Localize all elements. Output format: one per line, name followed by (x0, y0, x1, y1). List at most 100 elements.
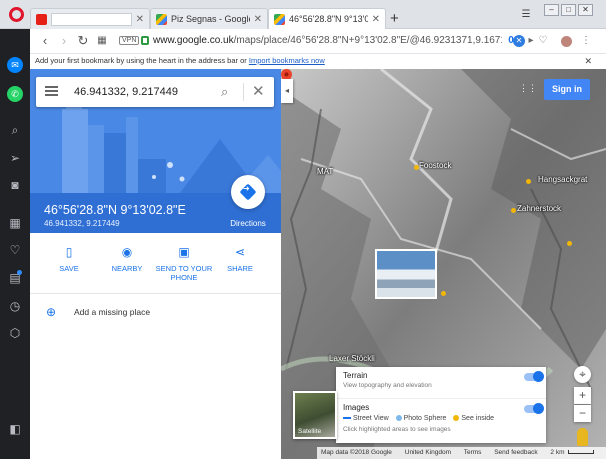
profile-avatar[interactable] (561, 36, 572, 47)
street-view-label: Street View (353, 415, 389, 422)
map-label-mat: MAT (317, 167, 334, 176)
nearby-button[interactable]: ◉ NEARBY (97, 239, 157, 273)
tab-close-icon[interactable]: ✕ (136, 14, 144, 25)
import-bookmarks-link[interactable]: Import bookmarks now (249, 56, 325, 65)
close-window-button[interactable]: ✕ (578, 4, 593, 16)
terrain-toggle[interactable] (524, 371, 544, 382)
tab-menu-icon[interactable]: ☰ (520, 9, 532, 20)
vpn-badge[interactable]: VPN (119, 36, 140, 45)
notification-dot (17, 270, 22, 275)
region-link[interactable]: United Kingdom (405, 449, 451, 456)
menu-icon[interactable]: ⋮ (580, 35, 592, 47)
zoom-out-button[interactable]: − (574, 405, 591, 422)
layers-panel: Terrain View topography and elevation Im… (336, 367, 546, 443)
terms-link[interactable]: Terms (464, 449, 482, 456)
speed-dial-icon[interactable]: ▦ (7, 215, 23, 231)
place-actions: ▯ SAVE ◉ NEARBY ▣ SEND TO YOUR PHONE ⋖ S… (30, 239, 281, 291)
add-place-pin-icon: ⊕ (46, 305, 57, 319)
nearby-label: NEARBY (111, 264, 143, 273)
share-button[interactable]: ⋖ SHARE (210, 239, 270, 273)
add-missing-place-link[interactable]: Add a missing place (74, 307, 150, 317)
images-toggle[interactable] (524, 403, 544, 414)
tab-coordinates[interactable]: 46°56'28.8"N 9°13'02.8"E - G ✕ (268, 8, 386, 29)
url-path: /maps/place/46°56'28.8"N+9°13'02.8"E/@46… (233, 35, 502, 46)
directions-label[interactable]: Directions (222, 219, 274, 228)
satellite-label: Satellite (298, 428, 322, 435)
send-to-phone-icon: ▣ (178, 245, 190, 259)
extensions-icon[interactable]: ⬡ (7, 325, 23, 341)
map-canvas[interactable]: Foostock Hangsackgrat Zahnerstock MAT La… (281, 69, 606, 459)
directions-button[interactable]: ➜ (231, 175, 265, 209)
bookmark-heart-icon[interactable]: ♡ (537, 35, 549, 47)
url-field[interactable]: www.google.co.uk/maps/place/46°56'28.8"N… (153, 35, 502, 46)
photo-sphere-legend-icon (395, 415, 402, 422)
lock-icon[interactable] (141, 36, 149, 45)
my-location-button[interactable]: ⌖ (574, 366, 591, 383)
opera-logo-icon[interactable] (9, 7, 24, 22)
minimize-button[interactable]: – (544, 4, 559, 16)
google-maps-favicon-icon (156, 13, 167, 25)
forward-button[interactable]: › (57, 34, 71, 48)
images-title: Images (343, 403, 370, 412)
send-to-phone-button[interactable]: ▣ SEND TO YOUR PHONE (154, 239, 214, 282)
tab-piz-segnas[interactable]: Piz Segnas - Google Maps ✕ (150, 8, 268, 29)
save-button[interactable]: ▯ SAVE (39, 239, 99, 273)
photo-marker[interactable] (441, 291, 446, 296)
snapshot-icon[interactable]: ▸ (525, 35, 537, 47)
tab-strip: ✕ Piz Segnas - Google Maps ✕ 46°56'28.8"… (0, 0, 606, 29)
photo-marker[interactable] (567, 241, 572, 246)
search-input[interactable]: 46.941332, 9.217449 (74, 86, 178, 98)
blocker-close-icon[interactable]: ✕ (513, 35, 525, 47)
search-box: 46.941332, 9.217449 ⌕ ✕ (36, 77, 274, 107)
satellite-toggle[interactable]: Satellite (293, 391, 337, 439)
search-icon[interactable]: ⌕ (7, 122, 23, 138)
menu-hamburger-icon[interactable] (45, 86, 58, 96)
coordinates-dms: 46°56'28.8"N 9°13'02.8"E (44, 203, 186, 217)
clear-search-icon[interactable]: ✕ (252, 82, 265, 100)
pegman-icon[interactable] (577, 428, 588, 446)
heart-icon[interactable]: ♡ (7, 242, 23, 258)
search-divider (243, 83, 244, 101)
back-button[interactable]: ‹ (38, 34, 52, 48)
photo-marker[interactable] (526, 179, 531, 184)
map-label-laxer-stockli: Laxer Stöckli (329, 354, 375, 363)
street-view-legend-icon (343, 417, 351, 420)
map-footer: Map data ©2018 Google United Kingdom Ter… (317, 447, 606, 459)
scale-bar (567, 450, 594, 455)
camera-icon[interactable]: ◙ (7, 177, 23, 193)
search-icon[interactable]: ⌕ (221, 84, 228, 100)
sidebar-toggle-icon[interactable]: ◧ (7, 421, 23, 437)
tab-close-icon[interactable]: ✕ (372, 14, 380, 25)
history-icon[interactable]: ◷ (7, 298, 23, 314)
place-panel: 46°56'28.8"N 9°13'02.8"E 46.941332, 9.21… (30, 69, 281, 459)
directions-arrow-icon: ➜ (243, 184, 250, 193)
terrain-title: Terrain (343, 371, 368, 380)
zoom-in-button[interactable]: + (574, 387, 591, 404)
tab-title-field (51, 12, 132, 26)
photo-marker[interactable] (511, 208, 516, 213)
news-icon[interactable]: ▤ (7, 270, 23, 286)
photo-preview-thumbnail[interactable] (375, 249, 437, 299)
tab-youtube[interactable]: ✕ (30, 8, 150, 29)
bookmark-bar-close-icon[interactable]: ✕ (584, 55, 592, 68)
photo-marker[interactable] (414, 165, 419, 170)
photo-sphere-label: Photo Sphere (403, 415, 447, 422)
bookmark-hint-text: Add your first bookmark by using the hea… (35, 56, 249, 65)
messenger-icon[interactable]: ✉ (7, 57, 23, 73)
reload-button[interactable]: ↻ (76, 34, 90, 48)
maximize-button[interactable]: □ (561, 4, 576, 16)
sign-in-button[interactable]: Sign in (544, 79, 590, 100)
whatsapp-icon[interactable]: ✆ (7, 86, 23, 102)
address-bar: ‹ › ↻ ▦ VPN www.google.co.uk/maps/place/… (0, 29, 606, 54)
scale-label[interactable]: 2 km (550, 449, 564, 456)
collapse-panel-button[interactable]: ◂ (281, 79, 293, 103)
send-icon[interactable]: ➢ (7, 150, 23, 166)
send-feedback-link[interactable]: Send feedback (494, 449, 537, 456)
new-tab-button[interactable]: + (390, 10, 399, 27)
tabs-grid-icon[interactable]: ▦ (95, 34, 109, 48)
apps-grid-icon[interactable]: ⋮⋮ (519, 83, 537, 93)
tab-close-icon[interactable]: ✕ (254, 14, 262, 25)
see-inside-label: See inside (461, 415, 495, 422)
save-label: SAVE (59, 264, 79, 273)
send-to-phone-label: SEND TO YOUR (155, 264, 213, 273)
